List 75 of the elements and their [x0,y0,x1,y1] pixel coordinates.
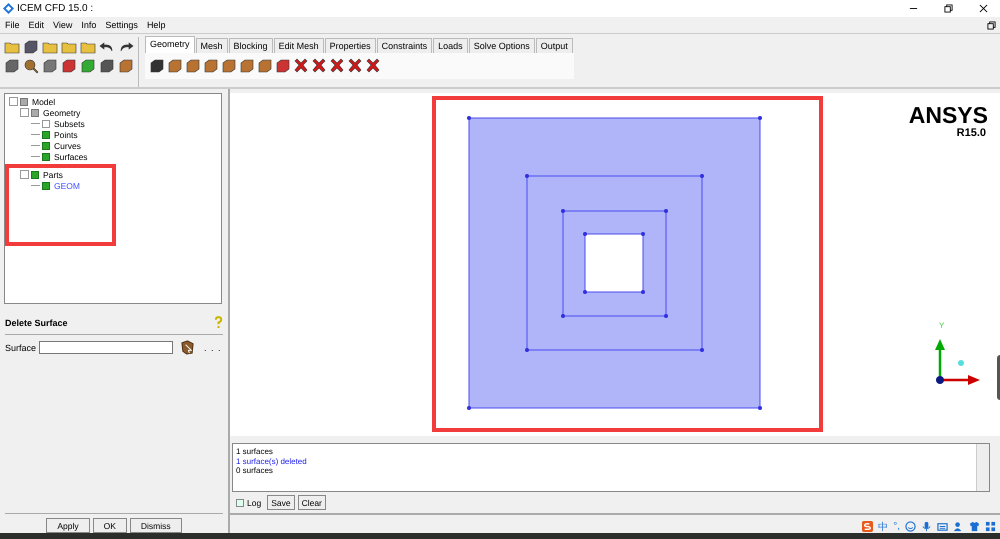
menu-item[interactable]: Settings [105,20,138,30]
menu-item[interactable]: View [53,20,72,30]
tree-item[interactable]: Points [54,130,78,140]
microphone-icon[interactable] [921,521,932,532]
tab[interactable]: Constraints [376,38,432,53]
x-icon[interactable] [329,58,345,74]
smiley-icon[interactable] [905,521,916,532]
axis-label: Y [939,321,944,330]
menu-item[interactable]: Help [146,20,166,30]
tree-item[interactable]: Curves [54,140,81,150]
field-label: Surface [5,342,36,352]
expander-icon[interactable] [20,108,29,117]
dialog-button[interactable]: Dismiss [130,518,182,533]
ime-logo-icon[interactable] [862,521,874,532]
x-icon[interactable] [365,58,381,74]
menu-item[interactable]: File [5,20,20,30]
dialog-button[interactable]: OK [92,518,127,533]
maximize-icon[interactable] [944,4,953,13]
checkbox[interactable] [42,142,50,150]
ime-mode-label[interactable]: 中 [878,520,888,534]
tab[interactable]: Solve Options [468,38,535,53]
zoom-icon[interactable] [23,58,39,74]
grid-icon[interactable] [985,521,996,532]
ansys-logo: ANSYS [908,103,988,127]
version-label: R15.0 [956,127,986,139]
menu-item[interactable]: Edit [28,20,44,30]
checkbox[interactable] [42,120,50,128]
cube-icon[interactable] [203,58,219,74]
shirt-icon[interactable] [969,521,980,532]
tree-item[interactable]: Parts [43,170,63,180]
x-icon[interactable] [311,58,327,74]
menu-item[interactable]: Info [81,20,96,30]
cube-icon[interactable] [239,58,255,74]
log-button[interactable]: Save [267,495,295,510]
scrollbar[interactable] [976,444,989,491]
cube-icon[interactable] [42,58,58,74]
checkbox[interactable] [42,182,50,190]
tab[interactable]: Mesh [196,38,228,53]
tab[interactable]: Blocking [228,38,273,53]
x-icon[interactable] [293,58,309,74]
select-cursor-icon[interactable] [180,340,196,355]
checkbox[interactable] [31,170,39,178]
tree-item[interactable]: Model [32,96,56,106]
punctuation-label[interactable]: °, [893,521,900,532]
tab[interactable]: Output [536,38,573,53]
x-icon[interactable] [347,58,363,74]
user-icon[interactable] [953,521,964,532]
checkbox[interactable] [31,108,39,116]
surface-field[interactable] [39,341,174,354]
checkbox[interactable] [42,130,50,138]
app-logo-icon [3,3,14,14]
checkbox[interactable] [20,98,28,106]
tab[interactable]: Edit Mesh [274,38,324,53]
expander-icon[interactable] [20,170,29,179]
window-title: ICEM CFD 15.0 : [17,3,94,14]
tab[interactable]: Geometry [145,36,195,53]
restore-icon[interactable] [987,20,996,30]
log-label: Log [247,498,262,508]
dialog-button[interactable]: Apply [46,518,90,533]
close-icon[interactable] [979,4,988,13]
checkbox[interactable] [42,152,50,160]
tab[interactable]: Properties [324,38,376,53]
cube-icon[interactable] [257,58,273,74]
tab[interactable]: Loads [433,38,468,53]
log-checkbox[interactable] [236,498,244,506]
tree-item[interactable]: Subsets [54,118,85,128]
panel-title: Delete Surface [5,318,68,328]
tree-item[interactable]: Surfaces [54,152,88,162]
tree-item[interactable]: GEOM [54,180,80,190]
message-log: 1 surfaces 1 surface(s) deleted 0 surfaces [235,446,308,477]
more-button[interactable]: . . . [204,342,222,352]
keyboard-icon[interactable] [937,521,948,532]
expander-icon[interactable] [9,97,18,106]
log-button[interactable]: Clear [298,495,326,510]
tree-item[interactable]: Geometry [43,108,80,118]
